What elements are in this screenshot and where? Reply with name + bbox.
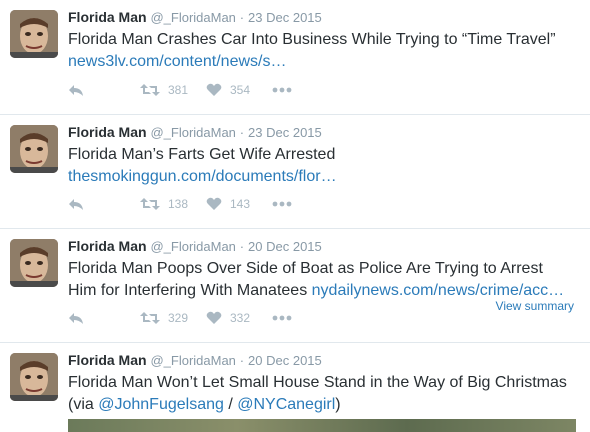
- tweet-text-suffix: ): [335, 396, 341, 413]
- tweet-actions: 329 332: [68, 311, 292, 325]
- retweet-count: 138: [168, 197, 189, 211]
- tweet-text-body: Florida Man’s Farts Get Wife Arrested: [68, 146, 336, 163]
- tweet-text-line-1: Florida Man Poops Over Side of Boat as P…: [68, 260, 543, 277]
- avatar[interactable]: [10, 10, 58, 58]
- tweet-actions: 138 143: [68, 197, 292, 211]
- like-button[interactable]: 143: [206, 197, 272, 211]
- like-button[interactable]: 332: [206, 311, 272, 325]
- retweet-icon: [140, 198, 160, 210]
- more-icon: [272, 87, 292, 93]
- timestamp[interactable]: 20 Dec 2015: [248, 353, 322, 368]
- retweet-button[interactable]: 381: [140, 83, 206, 97]
- tweet-text-line-2: Him for Interfering With Manatees: [68, 282, 308, 299]
- retweet-count: 329: [168, 311, 189, 325]
- handle[interactable]: @_FloridaMan: [150, 353, 235, 368]
- retweet-button[interactable]: 329: [140, 311, 206, 325]
- more-icon: [272, 201, 292, 207]
- reply-icon: [69, 199, 83, 210]
- tweet-text: Florida Man Crashes Car Into Business Wh…: [68, 29, 580, 73]
- timeline: Florida Man @_FloridaMan · 23 Dec 2015 F…: [0, 0, 590, 432]
- tweet-text: Florida Man’s Farts Get Wife Arrested th…: [68, 144, 580, 188]
- display-name[interactable]: Florida Man: [68, 124, 147, 140]
- media-preview[interactable]: [68, 419, 576, 432]
- like-count: 143: [230, 197, 251, 211]
- tweet-text-prefix: (via: [68, 396, 99, 413]
- avatar[interactable]: [10, 125, 58, 173]
- tweet-actions: 381 354: [68, 83, 292, 97]
- separator: ·: [239, 353, 245, 368]
- more-button[interactable]: [272, 87, 292, 93]
- retweet-icon: [140, 84, 160, 96]
- tweet-text-line-1: Florida Man Won’t Let Small House Stand …: [68, 374, 567, 391]
- separator: ·: [239, 125, 245, 140]
- heart-icon: [206, 311, 222, 324]
- reply-icon: [69, 85, 83, 96]
- retweet-button[interactable]: 138: [140, 197, 206, 211]
- avatar[interactable]: [10, 239, 58, 287]
- heart-icon: [206, 197, 222, 210]
- mention-link[interactable]: @NYCanegirl: [237, 396, 335, 413]
- reply-icon: [69, 313, 83, 324]
- tweet-link[interactable]: news3lv.com/content/news/s…: [68, 53, 286, 70]
- avatar[interactable]: [10, 353, 58, 401]
- view-summary-link[interactable]: View summary: [496, 299, 574, 313]
- timestamp[interactable]: 23 Dec 2015: [248, 10, 322, 25]
- reply-button[interactable]: [68, 83, 140, 97]
- handle[interactable]: @_FloridaMan: [150, 125, 235, 140]
- heart-icon: [206, 83, 222, 96]
- mention-separator: /: [223, 396, 238, 413]
- more-button[interactable]: [272, 315, 292, 321]
- tweet[interactable]: Florida Man @_FloridaMan · 23 Dec 2015 F…: [0, 0, 590, 115]
- retweet-icon: [140, 312, 160, 324]
- handle[interactable]: @_FloridaMan: [150, 10, 235, 25]
- timestamp[interactable]: 23 Dec 2015: [248, 125, 322, 140]
- tweet-link[interactable]: thesmokinggun.com/documents/flor…: [68, 168, 337, 185]
- handle[interactable]: @_FloridaMan: [150, 239, 235, 254]
- display-name[interactable]: Florida Man: [68, 352, 147, 368]
- separator: ·: [239, 10, 245, 25]
- tweet-text: Florida Man Poops Over Side of Boat as P…: [68, 258, 580, 302]
- tweet[interactable]: Florida Man @_FloridaMan · 23 Dec 2015 F…: [0, 115, 590, 229]
- retweet-count: 381: [168, 83, 189, 97]
- display-name[interactable]: Florida Man: [68, 9, 147, 25]
- like-count: 332: [230, 311, 251, 325]
- tweet-text: Florida Man Won’t Let Small House Stand …: [68, 372, 580, 416]
- tweet-text-body: Florida Man Crashes Car Into Business Wh…: [68, 31, 556, 48]
- like-button[interactable]: 354: [206, 83, 272, 97]
- more-button[interactable]: [272, 201, 292, 207]
- tweet[interactable]: Florida Man @_FloridaMan · 20 Dec 2015 F…: [0, 229, 590, 343]
- mention-link[interactable]: @JohnFugelsang: [98, 396, 224, 413]
- timestamp[interactable]: 20 Dec 2015: [248, 239, 322, 254]
- reply-button[interactable]: [68, 311, 140, 325]
- display-name[interactable]: Florida Man: [68, 238, 147, 254]
- like-count: 354: [230, 83, 251, 97]
- reply-button[interactable]: [68, 197, 140, 211]
- separator: ·: [239, 239, 245, 254]
- more-icon: [272, 315, 292, 321]
- tweet-link[interactable]: nydailynews.com/news/crime/acc…: [312, 282, 565, 299]
